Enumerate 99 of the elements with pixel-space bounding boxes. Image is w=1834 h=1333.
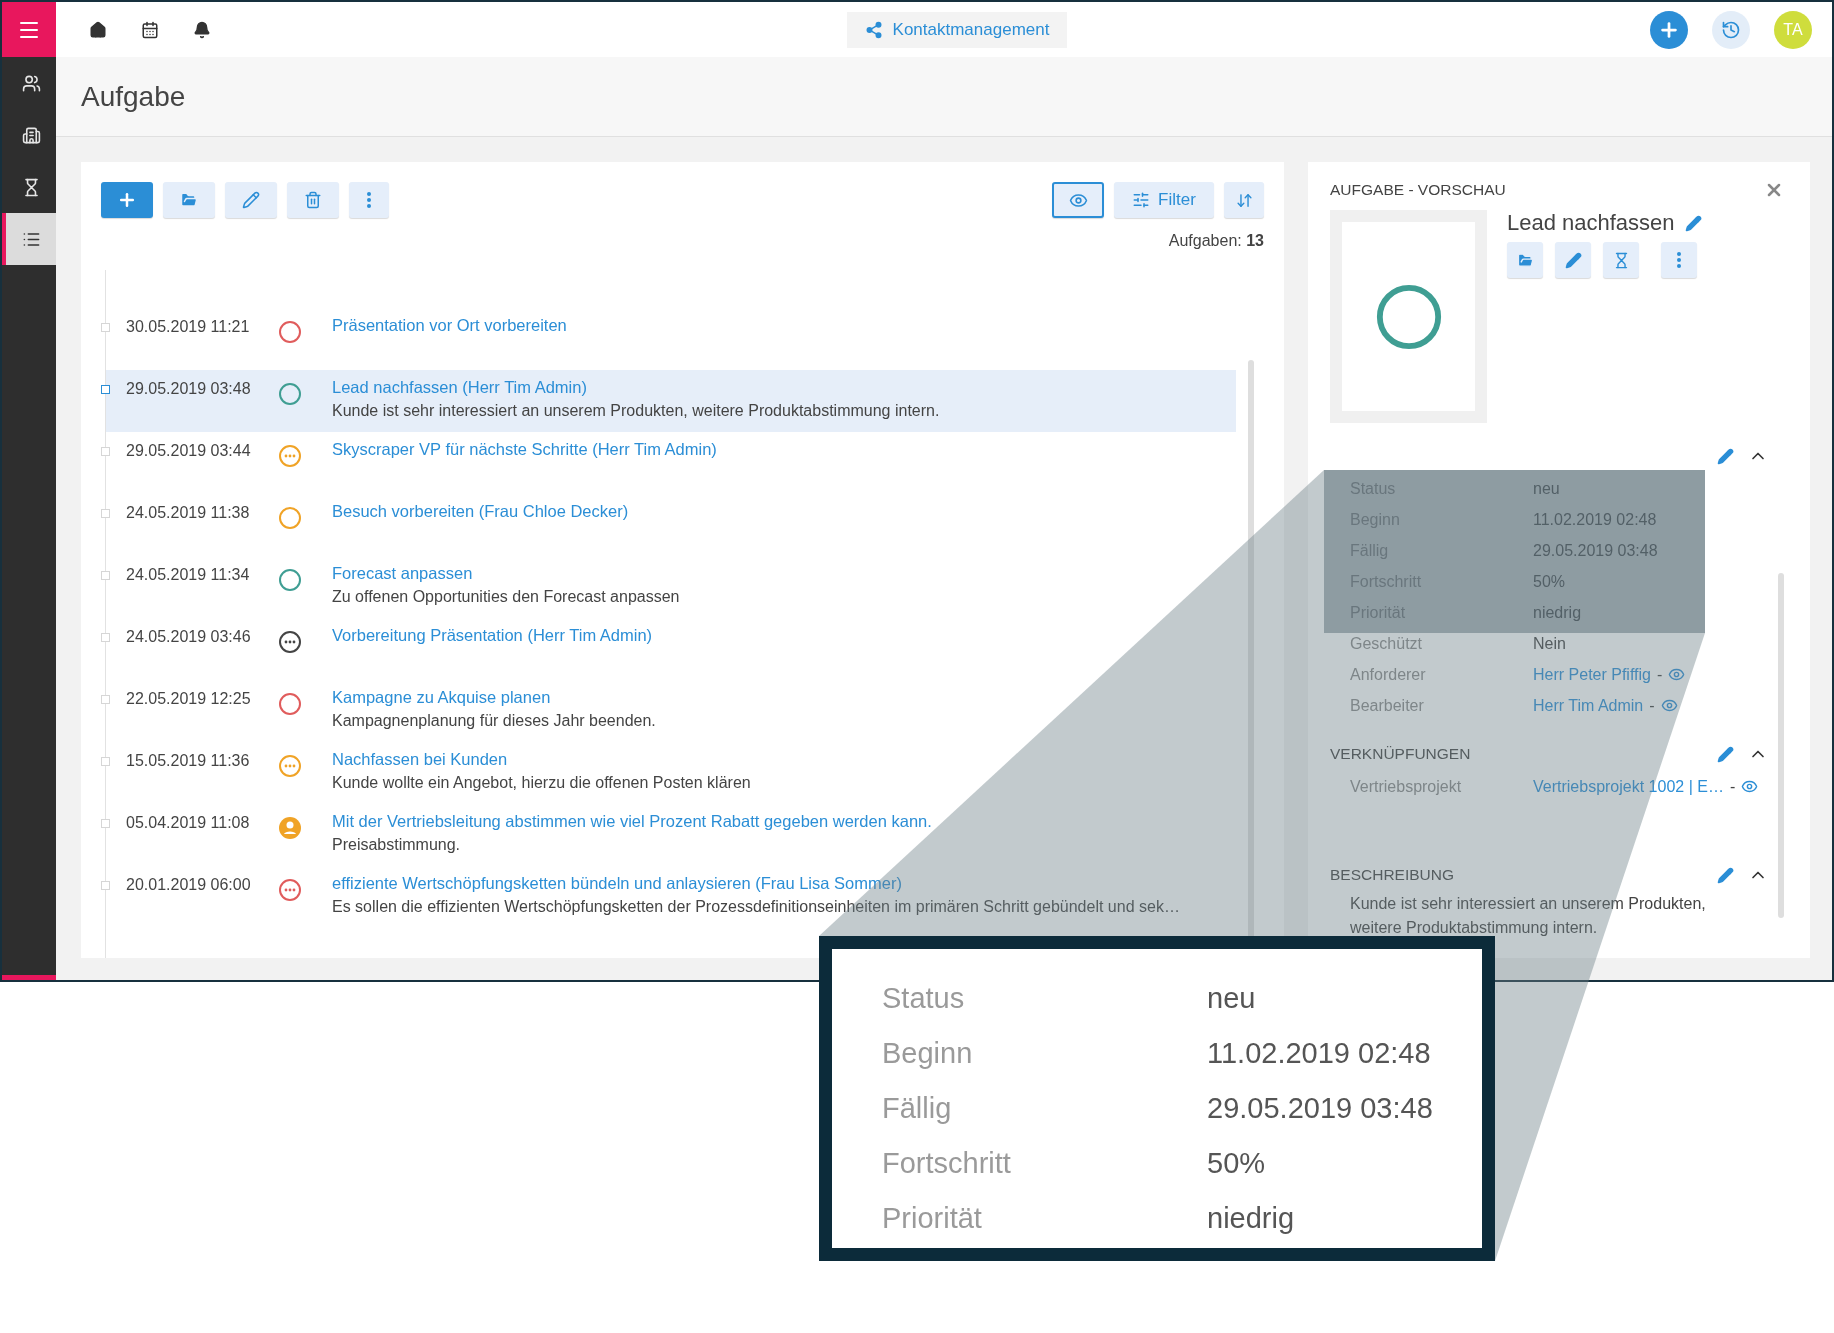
add-button[interactable] — [1650, 10, 1688, 49]
task-title-link[interactable]: Mit der Vertriebsleitung abstimmen wie viel Prozent Rabatt gegeben werden kann. — [332, 812, 1226, 831]
task-title-link[interactable]: Forecast anpassen — [332, 564, 1226, 583]
task-description: Kunde ist sehr interessiert an unserem Produkten, weitere Produktabstimmung intern. — [332, 402, 941, 420]
menu-button[interactable] — [2, 2, 56, 57]
history-button[interactable] — [1712, 10, 1750, 49]
more-icon — [367, 192, 371, 208]
task-description: Zu offenen Opportunities den Forecast anpassen — [332, 588, 681, 606]
panel-title: AUFGABE - VORSCHAU — [1330, 181, 1506, 199]
detail-label: Anforderer — [1350, 665, 1427, 684]
task-title-link[interactable]: Vorbereitung Präsentation (Herr Tim Admin) — [332, 626, 1226, 645]
more-button[interactable] — [349, 182, 389, 218]
callout-label: Status — [882, 982, 966, 1015]
callout-value: neu — [1207, 982, 1257, 1015]
detail-link[interactable]: Herr Peter Pfiffig — [1533, 665, 1651, 684]
page-title: Aufgabe — [81, 80, 186, 113]
callout-value: 50% — [1207, 1147, 1267, 1180]
delete-button[interactable] — [287, 182, 339, 218]
hourglass-button[interactable] — [1603, 242, 1639, 278]
task-title: Lead nachfassen — [1507, 210, 1675, 236]
eye-icon[interactable] — [1668, 666, 1686, 683]
edit-button[interactable] — [225, 182, 277, 218]
edit-icon[interactable] — [1717, 745, 1734, 763]
history-icon — [1721, 19, 1741, 40]
task-title-link[interactable]: Lead nachfassen (Herr Tim Admin) — [332, 378, 1226, 397]
trash-icon — [304, 191, 322, 209]
callout-value: 11.02.2019 02:48 — [1207, 1037, 1432, 1070]
pencil-icon — [242, 191, 260, 209]
detail-value: niedrig — [1533, 603, 1583, 622]
task-description: Kunde wollte ein Angebot, hierzu die offenen Posten klären — [332, 774, 752, 792]
detail-link[interactable]: Vertriebsprojekt 1002 | E… — [1533, 777, 1724, 796]
detail-value: neu — [1533, 479, 1561, 498]
task-title-link[interactable]: Nachfassen bei Kunden — [332, 750, 1226, 769]
share-icon — [864, 20, 883, 39]
task-date: 05.04.2019 11:08 — [126, 813, 251, 833]
callout-label: Fortschritt — [882, 1147, 1012, 1180]
task-count: Aufgaben: 13 — [1168, 232, 1264, 250]
pencil-icon — [1564, 251, 1582, 269]
filter-button[interactable]: Filter — [1114, 182, 1214, 218]
preview-toggle-button[interactable] — [1052, 182, 1104, 218]
folder-icon — [180, 191, 198, 209]
edit-icon[interactable] — [1717, 447, 1734, 465]
task-description: Kampagnenplanung für dieses Jahr beenden. — [332, 712, 657, 730]
separator-text: - — [1656, 665, 1663, 684]
open-button[interactable] — [1507, 242, 1543, 278]
separator-text: - — [1649, 696, 1655, 715]
bell-icon — [193, 20, 211, 39]
detail-value: 11.02.2019 02:48 — [1533, 510, 1658, 529]
task-title-link[interactable]: Besuch vorbereiten (Frau Chloe Decker) — [332, 502, 1226, 521]
detail-label: Bearbeiter — [1350, 696, 1425, 715]
task-title-link[interactable]: Kampagne zu Akquise planen — [332, 688, 1226, 707]
edit-icon[interactable] — [1684, 214, 1702, 232]
app-switcher[interactable]: Kontaktmanagement — [846, 11, 1068, 48]
callout-value: niedrig — [1207, 1202, 1296, 1235]
task-date: 22.05.2019 12:25 — [126, 689, 252, 709]
callout-value: 29.05.2019 03:48 — [1207, 1092, 1434, 1125]
edit-icon[interactable] — [1717, 866, 1734, 884]
calendar-icon — [141, 20, 159, 39]
task-title-link[interactable]: effiziente Wertschöpfungsketten bündeln und anlaysieren (Frau Lisa Sommer) — [332, 874, 1226, 893]
plus-icon — [117, 190, 137, 210]
detail-value: Nein — [1533, 634, 1567, 653]
task-description: Preisabstimmung. — [332, 836, 462, 854]
detail-value: 29.05.2019 03:48 — [1533, 541, 1659, 560]
task-date: 29.05.2019 03:44 — [126, 441, 252, 461]
callout-label: Fällig — [882, 1092, 953, 1125]
open-button[interactable] — [163, 182, 215, 218]
building-icon — [21, 125, 41, 145]
section-title: BESCHREIBUNG — [1330, 866, 1455, 884]
task-date: 24.05.2019 03:46 — [126, 627, 252, 647]
separator-text: - — [1729, 777, 1736, 796]
task-description: Es sollen die effizienten Wertschöpfungsketten der Prozessdefinitionseinheiten im primären Schritt gebündelt und sek… — [332, 898, 1181, 916]
folder-icon — [1516, 251, 1534, 269]
add-task-button[interactable] — [101, 182, 153, 218]
eye-icon[interactable] — [1660, 697, 1678, 714]
sort-icon — [1235, 191, 1253, 209]
more-icon — [1677, 252, 1681, 268]
edit-button[interactable] — [1555, 242, 1591, 278]
timeline-marker — [101, 385, 110, 394]
sort-button[interactable] — [1224, 182, 1264, 218]
sliders-icon — [1132, 191, 1151, 209]
task-date: 30.05.2019 11:21 — [126, 317, 251, 337]
detail-label: Geschützt — [1350, 634, 1424, 653]
task-date: 29.05.2019 03:48 — [126, 379, 252, 399]
callout-label: Priorität — [882, 1202, 983, 1235]
section-title: VERKNÜPFUNGEN — [1330, 745, 1471, 763]
task-title-link[interactable]: Präsentation vor Ort vorbereiten — [332, 316, 1226, 335]
home-icon — [89, 20, 107, 39]
task-date: 24.05.2019 11:34 — [126, 565, 251, 585]
task-date: 15.05.2019 11:36 — [126, 751, 251, 771]
more-button[interactable] — [1661, 242, 1697, 278]
eye-icon[interactable] — [1741, 778, 1759, 795]
task-date: 24.05.2019 11:38 — [126, 503, 251, 523]
task-date: 20.01.2019 06:00 — [126, 875, 252, 895]
callout-label: Beginn — [882, 1037, 974, 1070]
detail-link[interactable]: Herr Tim Admin — [1533, 696, 1644, 715]
task-title-link[interactable]: Skyscraper VP für nächste Schritte (Herr Tim Admin) — [332, 440, 1226, 459]
detail-label: Vertriebsprojekt — [1350, 777, 1463, 796]
detail-value: 50% — [1533, 572, 1567, 591]
people-icon — [21, 73, 41, 93]
